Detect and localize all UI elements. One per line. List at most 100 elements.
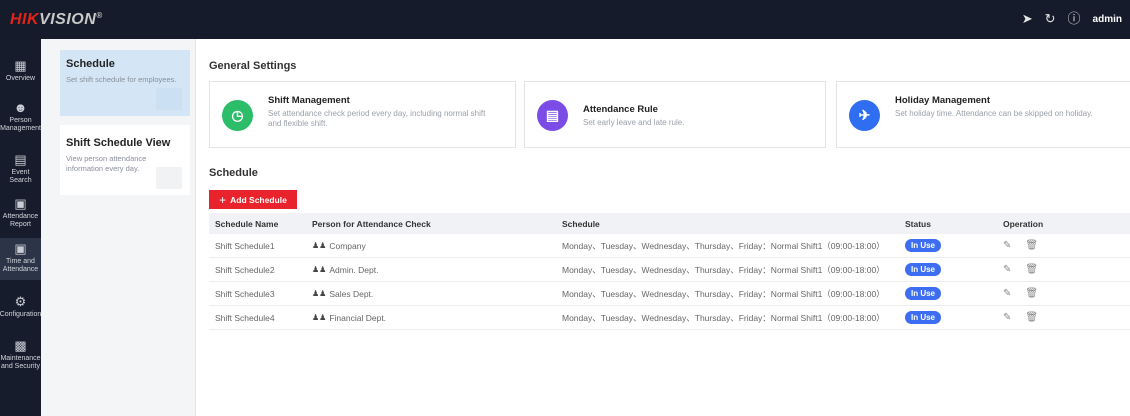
delete-icon[interactable]: 🗑: [1025, 312, 1038, 323]
sync-icon[interactable]: ↻: [1045, 12, 1056, 26]
schedule-value: Monday、Tuesday、Wednesday、Thursday、Friday…: [562, 264, 885, 275]
subnav-card-desc: Set shift schedule for employees.: [66, 75, 177, 84]
nav-item-time-and-attendance[interactable]: ▣ Time and Attendance: [0, 238, 41, 280]
status-cell: In Use: [899, 239, 995, 252]
person-value: Sales Dept.: [329, 288, 374, 299]
delete-icon[interactable]: 🗑: [1025, 240, 1038, 251]
status-cell: In Use: [899, 311, 995, 324]
attendance-rule-card[interactable]: ▤ Attendance Rule Set early leave and la…: [524, 81, 826, 148]
user-menu[interactable]: admin: [1093, 14, 1122, 25]
schedule-name: Shift Schedule1: [215, 240, 275, 251]
group-icon: ♟♟: [312, 265, 327, 274]
group-icon: ♟♟: [312, 289, 327, 298]
table-row[interactable]: Shift Schedule3 ♟♟ Sales Dept. Monday、Tue…: [209, 282, 1130, 306]
nav-label: Configuration: [0, 311, 42, 318]
nav-item-person-management[interactable]: ☻ Person Management: [0, 101, 41, 141]
table-row[interactable]: Shift Schedule4 ♟♟ Financial Dept. Monday…: [209, 306, 1130, 330]
edit-icon[interactable]: ✎: [1003, 240, 1011, 251]
clock-icon: ◷: [222, 100, 253, 131]
nav-label: Overview: [5, 75, 36, 82]
status-badge: In Use: [905, 239, 942, 252]
delete-icon[interactable]: 🗑: [1025, 288, 1038, 299]
nav-item-attendance-report[interactable]: ▣ Attendance Report: [0, 197, 41, 233]
holiday-management-card[interactable]: ✈ Holiday Management Set holiday time. A…: [836, 81, 1130, 148]
calendar-decor-icon: [156, 88, 182, 110]
nav-item-configuration[interactable]: ⚙ Configuration: [0, 295, 41, 325]
status-cell: In Use: [899, 263, 995, 276]
gear-icon: ⚙: [14, 294, 27, 309]
operation-cell: ✎ 🗑: [995, 240, 1130, 251]
nav-label: Attendance Report: [2, 213, 39, 228]
subnav-card-shift-schedule-view[interactable]: Shift Schedule View View person attendan…: [60, 125, 190, 195]
status-badge: In Use: [905, 311, 942, 324]
schedule-value: Monday、Tuesday、Wednesday、Thursday、Friday…: [562, 240, 885, 251]
calendar-icon: ▣: [14, 241, 27, 256]
schedule-name: Shift Schedule2: [215, 264, 275, 275]
plane-icon: ✈: [849, 100, 880, 131]
clipboard-icon: ▤: [537, 100, 568, 131]
nav-label: Person Management: [0, 117, 41, 132]
subnav-card-title: Schedule: [66, 58, 115, 70]
add-schedule-button[interactable]: + Add Schedule: [209, 190, 297, 209]
shift-management-card[interactable]: ◷ Shift Management Set attendance check …: [209, 81, 516, 148]
person-cell: ♟♟ Admin. Dept.: [306, 265, 556, 275]
person-value: Company: [329, 240, 366, 251]
nav-item-event-search[interactable]: ▤ Event Search: [0, 153, 41, 185]
person-cell: ♟♟ Financial Dept.: [306, 313, 556, 323]
general-settings-heading: General Settings: [209, 60, 297, 72]
card-desc: Set attendance check period every day, i…: [268, 109, 486, 128]
schedule-value: Monday、Tuesday、Wednesday、Thursday、Friday…: [562, 288, 885, 299]
person-cell: ♟♟ Company: [306, 241, 556, 251]
table-row[interactable]: Shift Schedule2 ♟♟ Admin. Dept. Monday、Tu…: [209, 258, 1130, 282]
calendar-decor-icon: [156, 167, 182, 189]
schedule-name: Shift Schedule3: [215, 288, 275, 299]
table-row[interactable]: Shift Schedule1 ♟♟ Company Monday、Tuesday…: [209, 234, 1130, 258]
card-desc: Set early leave and late rule.: [583, 118, 685, 127]
shield-icon: ▩: [14, 338, 27, 353]
info-icon[interactable]: ⓘ: [1068, 12, 1081, 26]
column-header: Schedule: [562, 218, 600, 229]
plus-icon: +: [219, 192, 227, 207]
logo-text: VISION: [39, 11, 97, 28]
operation-cell: ✎ 🗑: [995, 264, 1130, 275]
logo-text-red: HIK: [10, 11, 40, 28]
card-desc: Set holiday time. Attendance can be skip…: [895, 109, 1093, 118]
nav-label: Time and Attendance: [2, 258, 39, 273]
status-badge: In Use: [905, 287, 942, 300]
delete-icon[interactable]: 🗑: [1025, 264, 1038, 275]
person-value: Financial Dept.: [329, 312, 387, 323]
column-header: Schedule Name: [215, 218, 279, 229]
edit-icon[interactable]: ✎: [1003, 264, 1011, 275]
send-icon[interactable]: ➤: [1022, 12, 1033, 26]
schedule-value: Monday、Tuesday、Wednesday、Thursday、Friday…: [562, 312, 885, 323]
operation-cell: ✎ 🗑: [995, 288, 1130, 299]
logo-registered-mark: ®: [96, 11, 103, 20]
person-icon: ☻: [13, 100, 28, 115]
person-cell: ♟♟ Sales Dept.: [306, 289, 556, 299]
status-cell: In Use: [899, 287, 995, 300]
group-icon: ♟♟: [312, 241, 327, 250]
column-header: Person for Attendance Check: [312, 218, 431, 229]
nav-item-overview[interactable]: ▦ Overview: [0, 59, 41, 89]
main-nav-rail: ▦ Overview ☻ Person Management ▤ Event S…: [0, 39, 41, 416]
schedule-name: Shift Schedule4: [215, 312, 275, 323]
table-header: Schedule Name Person for Attendance Chec…: [209, 213, 1130, 234]
brand-logo: HIKVISION®: [10, 11, 103, 29]
nav-item-maintenance-and-security[interactable]: ▩ Maintenance and Security: [0, 339, 41, 381]
card-title: Attendance Rule: [583, 104, 658, 115]
sub-nav: Schedule Set shift schedule for employee…: [41, 39, 196, 416]
report-icon: ▣: [14, 196, 27, 211]
nav-label: Maintenance and Security: [0, 355, 41, 370]
schedule-heading: Schedule: [209, 167, 258, 179]
schedule-table: Schedule Name Person for Attendance Chec…: [209, 213, 1130, 330]
subnav-card-schedule[interactable]: Schedule Set shift schedule for employee…: [60, 50, 190, 116]
column-header: Operation: [1003, 218, 1044, 229]
person-value: Admin. Dept.: [329, 264, 379, 275]
card-title: Holiday Management: [895, 95, 991, 106]
edit-icon[interactable]: ✎: [1003, 288, 1011, 299]
top-icon-group: ➤ ↻ ⓘ admin: [1022, 12, 1122, 26]
edit-icon[interactable]: ✎: [1003, 312, 1011, 323]
column-header: Status: [905, 218, 931, 229]
subnav-card-title: Shift Schedule View: [66, 137, 171, 149]
top-bar: HIKVISION® ➤ ↻ ⓘ admin: [0, 0, 1130, 39]
